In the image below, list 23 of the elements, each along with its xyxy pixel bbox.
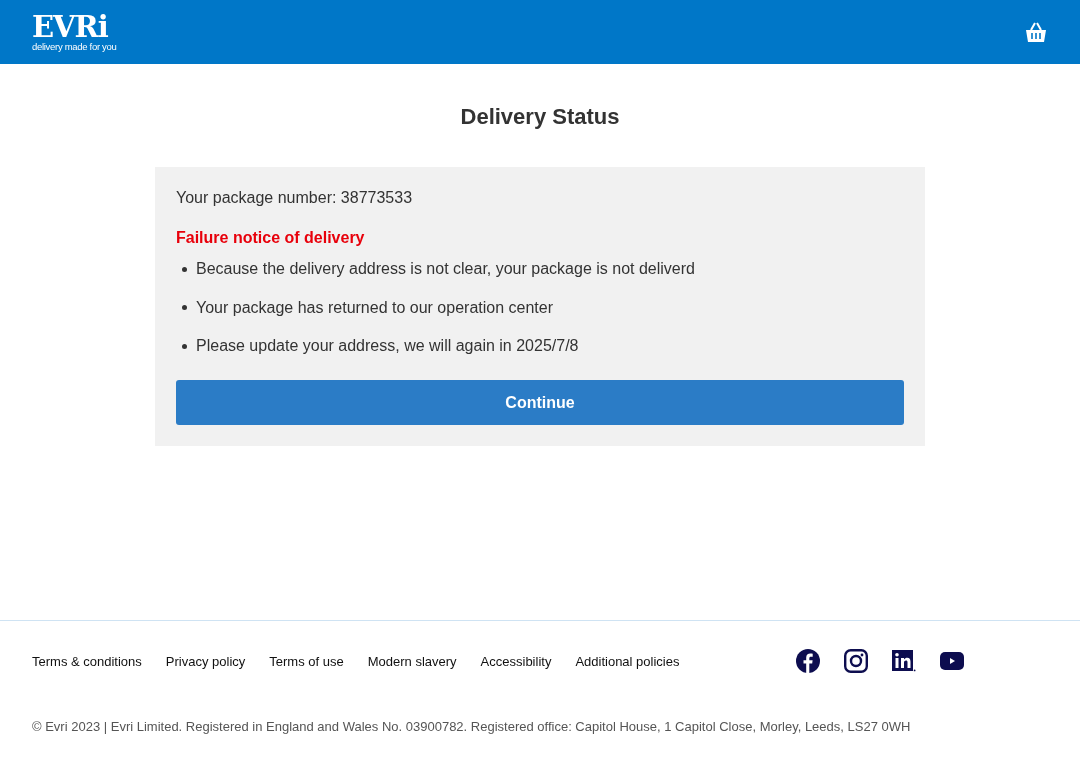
linkedin-icon[interactable] — [892, 650, 916, 672]
copyright-text: © Evri 2023 | Evri Limited. Registered in England and Wales No. 03900782. Registered office: Capitol House, 1 Capitol Close, Morley, Leeds, LS27 0WH — [32, 719, 912, 734]
footer-link[interactable]: Accessibility — [480, 653, 552, 669]
failure-notice: Failure notice of delivery — [176, 228, 366, 248]
bullet-icon — [182, 343, 187, 349]
bullet-text: Because the delivery address is not clear, your package is not deliverd — [196, 259, 695, 279]
footer-link[interactable]: Privacy policy — [165, 653, 246, 669]
facebook-icon[interactable] — [796, 649, 820, 673]
package-number: Your package number: 38773533 — [176, 188, 414, 208]
footer-link[interactable]: Additional policies — [575, 653, 680, 669]
youtube-icon[interactable] — [940, 652, 964, 670]
footer-link[interactable]: Terms & conditions — [32, 653, 142, 669]
bullet-text: Please update your address, we will again in 2025/7/8 — [196, 336, 579, 356]
instagram-icon[interactable] — [844, 649, 868, 673]
bullet-icon — [182, 266, 187, 272]
basket-icon[interactable] — [1025, 21, 1047, 43]
page-title: Delivery Status — [460, 104, 620, 130]
footer-link[interactable]: Modern slavery — [367, 653, 457, 669]
footer-link[interactable]: Terms of use — [269, 653, 344, 669]
logo[interactable]: EVRi delivery made for you — [32, 12, 117, 52]
bullet-text: Your package has returned to our operation center — [196, 297, 553, 318]
continue-button[interactable]: Continue — [176, 380, 904, 425]
bullet-icon — [182, 305, 187, 310]
